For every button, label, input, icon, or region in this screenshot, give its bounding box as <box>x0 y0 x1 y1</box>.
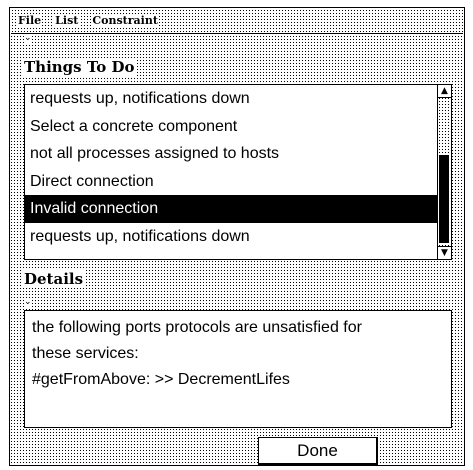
details-line: these services: <box>32 345 139 362</box>
details-title: Details <box>22 270 86 288</box>
list-item-selected[interactable]: Invalid connection <box>25 195 437 223</box>
list-item[interactable]: Select a concrete component <box>25 113 437 141</box>
menu-bar: File List Constraint <box>11 9 463 34</box>
details-line: the following ports protocols are unsati… <box>32 319 362 336</box>
menu-file[interactable]: File <box>17 15 43 27</box>
menu-constraint[interactable]: Constraint <box>91 15 159 27</box>
things-to-do-title: Things To Do <box>22 58 137 76</box>
caret-down-icon: ⌄ <box>24 297 32 307</box>
list-item[interactable]: Direct connection <box>25 168 437 196</box>
arrow-up-icon[interactable]: ▲ <box>438 85 451 98</box>
scroll-thumb[interactable] <box>439 155 449 243</box>
caret-down-icon: ⌄ <box>24 33 32 43</box>
todo-list[interactable]: requests up, notifications down Select a… <box>24 84 452 260</box>
list-item[interactable]: not all processes assigned to hosts <box>25 140 437 168</box>
done-button[interactable]: Done <box>258 437 378 465</box>
details-text: the following ports protocols are unsati… <box>24 310 452 428</box>
menu-list[interactable]: List <box>54 15 80 27</box>
list-scrollbar[interactable]: ▲ ▼ <box>437 85 451 259</box>
details-line: #getFromAbove: >> DecrementLifes <box>32 371 290 388</box>
arrow-down-icon[interactable]: ▼ <box>438 246 451 259</box>
list-item[interactable]: requests up, notifications down <box>25 223 437 251</box>
list-item[interactable]: requests up, notifications down <box>25 85 437 113</box>
